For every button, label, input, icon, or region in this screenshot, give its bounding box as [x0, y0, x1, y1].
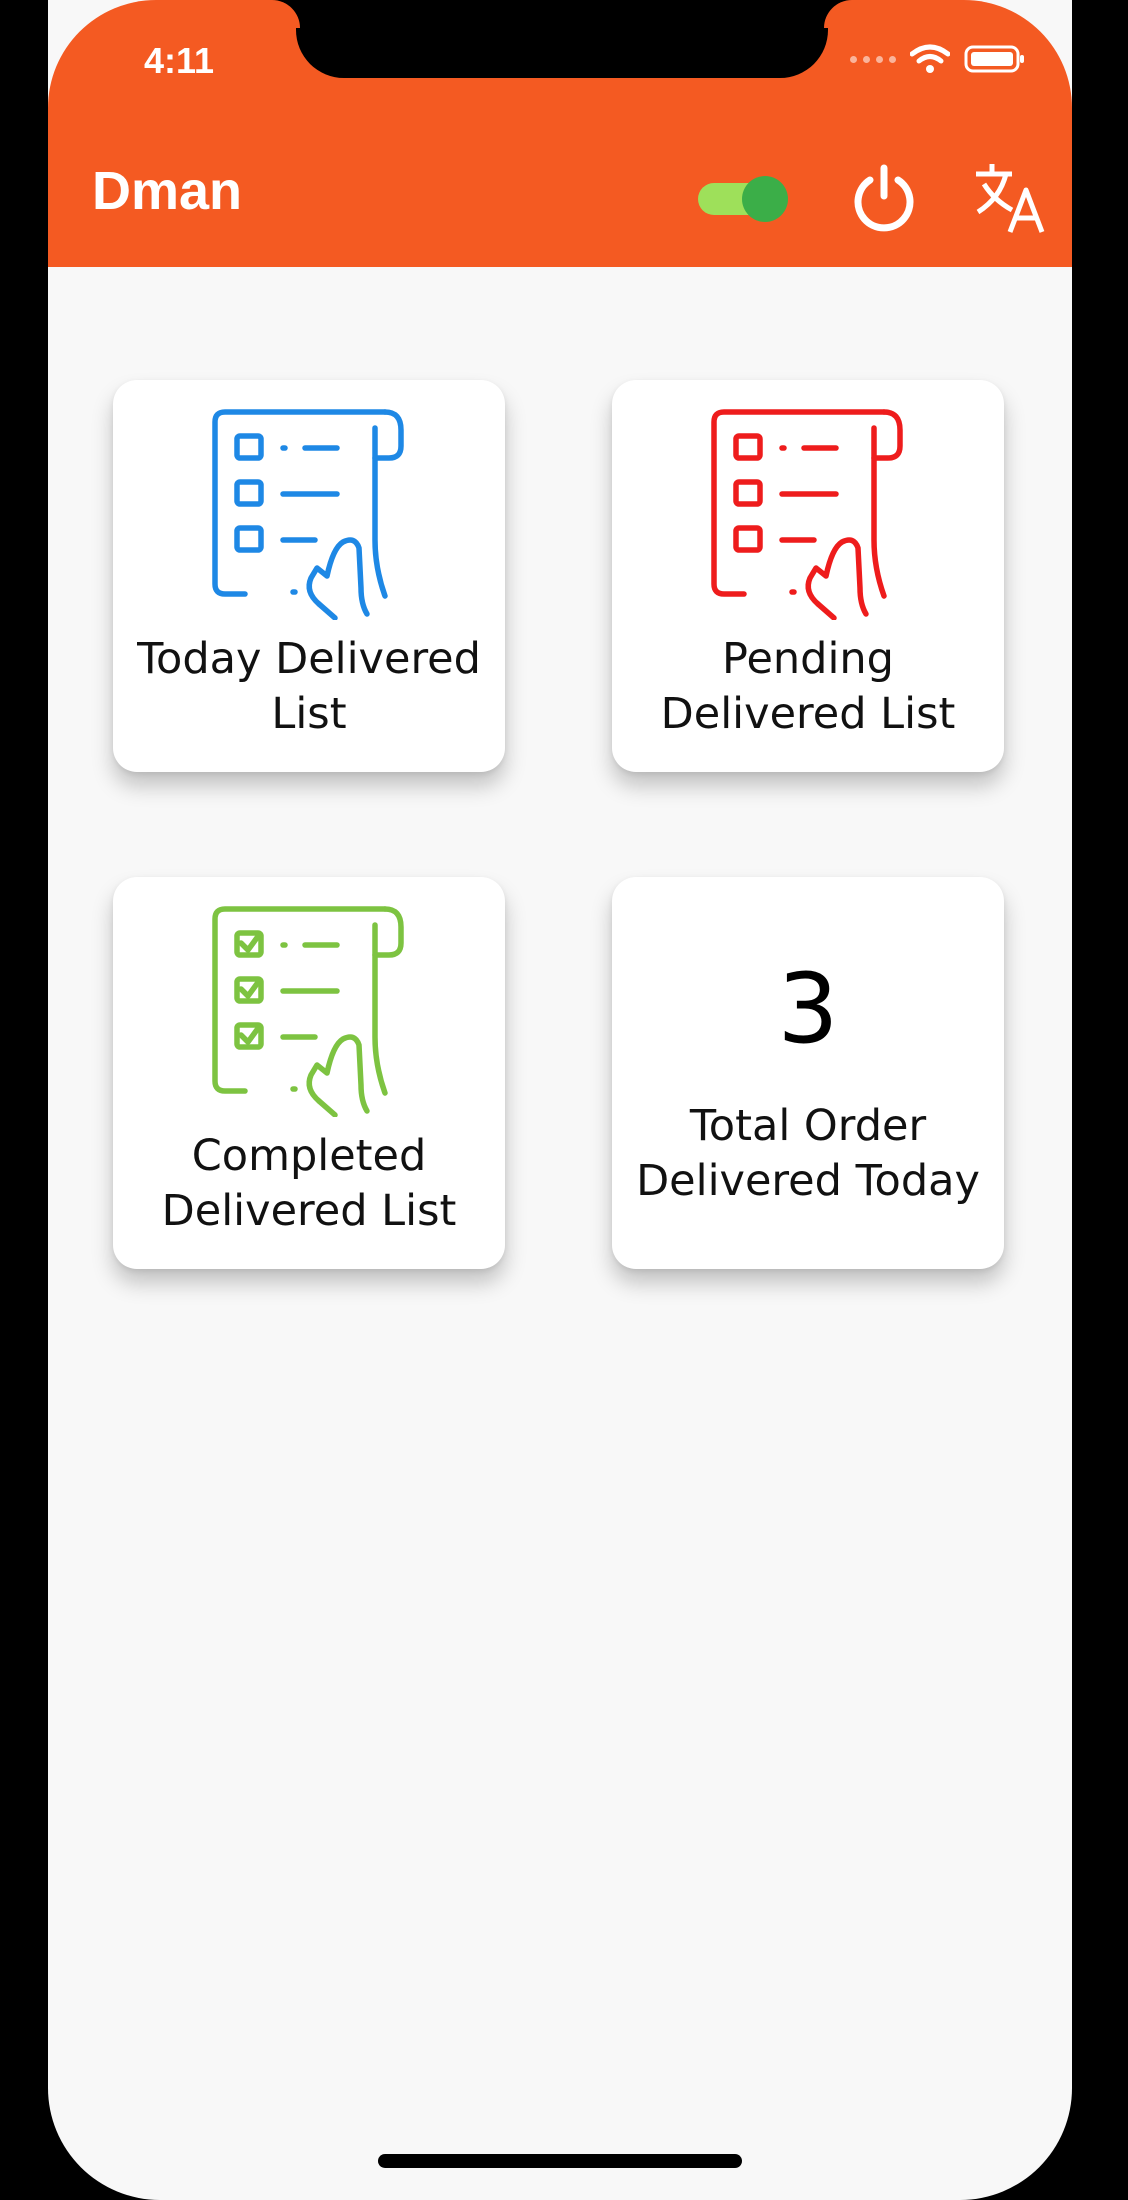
toggle-thumb — [742, 176, 788, 222]
total-order-card[interactable]: 3 Total Order Delivered Today — [612, 877, 1004, 1269]
card-label: Completed Delivered List — [161, 1131, 457, 1236]
phone-screen: 4:11 Dman Today Delivered List Pending D… — [48, 0, 1072, 2200]
pending-delivered-card[interactable]: Pending Delivered List — [612, 380, 1004, 772]
notch — [296, 0, 828, 78]
status-time: 4:11 — [144, 40, 215, 81]
app-title: Dman — [92, 161, 243, 221]
card-label: Today Delivered List — [137, 634, 481, 739]
language-button[interactable] — [972, 160, 1048, 236]
online-toggle[interactable] — [698, 172, 788, 224]
signal-icon — [850, 55, 896, 63]
wifi-icon — [910, 44, 950, 73]
today-delivered-card[interactable]: Today Delivered List — [113, 380, 505, 772]
translate-icon — [976, 164, 1045, 233]
checklist-hand-icon — [212, 906, 404, 1117]
list-hand-icon — [212, 409, 404, 620]
card-label: Pending Delivered List — [660, 634, 956, 739]
completed-delivered-card[interactable]: Completed Delivered List — [113, 877, 505, 1269]
battery-icon — [964, 45, 1024, 73]
power-icon — [854, 164, 914, 232]
app-bar: 4:11 Dman — [48, 0, 1072, 267]
list-hand-icon — [711, 409, 903, 620]
logout-button[interactable] — [848, 162, 920, 234]
home-indicator[interactable] — [378, 2154, 742, 2168]
total-order-count: 3 — [777, 953, 839, 1065]
status-icons — [850, 44, 1026, 74]
card-label: Total Order Delivered Today — [636, 1101, 980, 1206]
